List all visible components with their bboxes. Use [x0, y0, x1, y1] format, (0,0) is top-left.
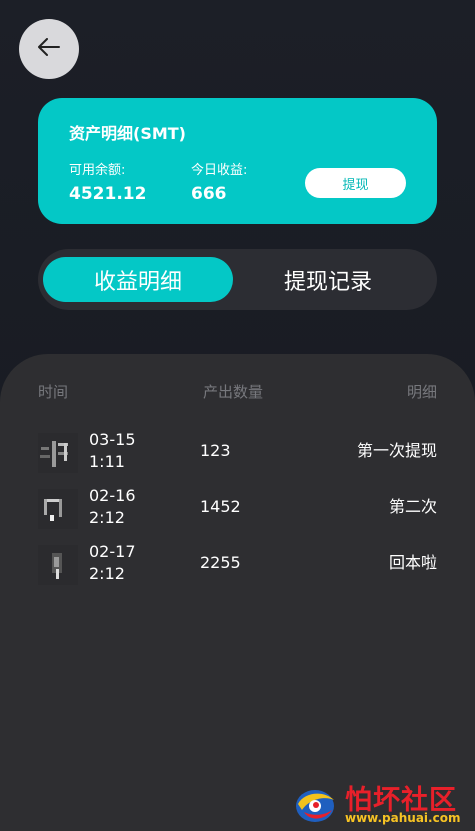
record-thumbnail-icon — [38, 545, 78, 585]
record-note: 第二次 — [388, 497, 437, 516]
record-amount: 2255 — [200, 553, 241, 572]
record-datetime: 02-17 2:12 — [89, 541, 136, 585]
withdraw-button[interactable]: 提现 — [305, 168, 406, 198]
arrow-left-icon — [38, 38, 60, 60]
table-row[interactable]: 02-17 2:12 2255 回本啦 — [0, 537, 475, 593]
asset-card: 资产明细(SMT) 可用余额: 4521.12 今日收益: 666 提现 — [38, 98, 437, 224]
available-balance-value: 4521.12 — [69, 184, 147, 204]
header-detail: 明细 — [406, 383, 437, 401]
header-output: 产出数量 — [203, 383, 264, 401]
record-datetime: 03-15 1:11 — [89, 429, 136, 473]
record-note: 第一次提现 — [356, 441, 437, 460]
record-thumbnail-icon — [38, 433, 78, 473]
back-button[interactable] — [19, 19, 79, 79]
record-note: 回本啦 — [388, 553, 437, 572]
record-date: 02-17 — [89, 542, 136, 561]
records-header: 时间 产出数量 明细 — [0, 381, 475, 403]
available-balance-label: 可用余额: — [69, 163, 126, 178]
tab-withdraw-records[interactable]: 提现记录 — [233, 257, 423, 302]
today-earnings-value: 666 — [191, 184, 227, 204]
record-amount: 123 — [200, 441, 231, 460]
today-earnings: 今日收益: 666 — [191, 162, 247, 206]
table-row[interactable]: 03-15 1:11 123 第一次提现 — [0, 425, 475, 481]
records-panel: 时间 产出数量 明细 03-15 1:11 123 第一次提现 02-16 2:… — [0, 354, 475, 831]
record-date: 02-16 — [89, 486, 136, 505]
record-time: 2:12 — [89, 564, 125, 583]
available-balance: 可用余额: 4521.12 — [69, 162, 146, 206]
record-amount: 1452 — [200, 497, 241, 516]
today-earnings-label: 今日收益: — [191, 163, 248, 178]
asset-title: 资产明细(SMT) — [69, 124, 186, 143]
record-thumbnail-icon — [38, 489, 78, 529]
record-time: 2:12 — [89, 508, 125, 527]
screen: 资产明细(SMT) 可用余额: 4521.12 今日收益: 666 提现 收益明… — [0, 0, 475, 831]
watermark-url: www.pahuai.com — [345, 811, 461, 825]
tab-earnings-detail[interactable]: 收益明细 — [43, 257, 233, 302]
record-date: 03-15 — [89, 430, 136, 449]
watermark-logo-icon — [290, 782, 340, 830]
table-row[interactable]: 02-16 2:12 1452 第二次 — [0, 481, 475, 537]
watermark: 怕坏社区 www.pahuai.com — [290, 778, 470, 828]
record-datetime: 02-16 2:12 — [89, 485, 136, 529]
record-time: 1:11 — [89, 452, 125, 471]
record-tabs: 收益明细 提现记录 — [38, 249, 437, 310]
header-time: 时间 — [38, 383, 69, 401]
